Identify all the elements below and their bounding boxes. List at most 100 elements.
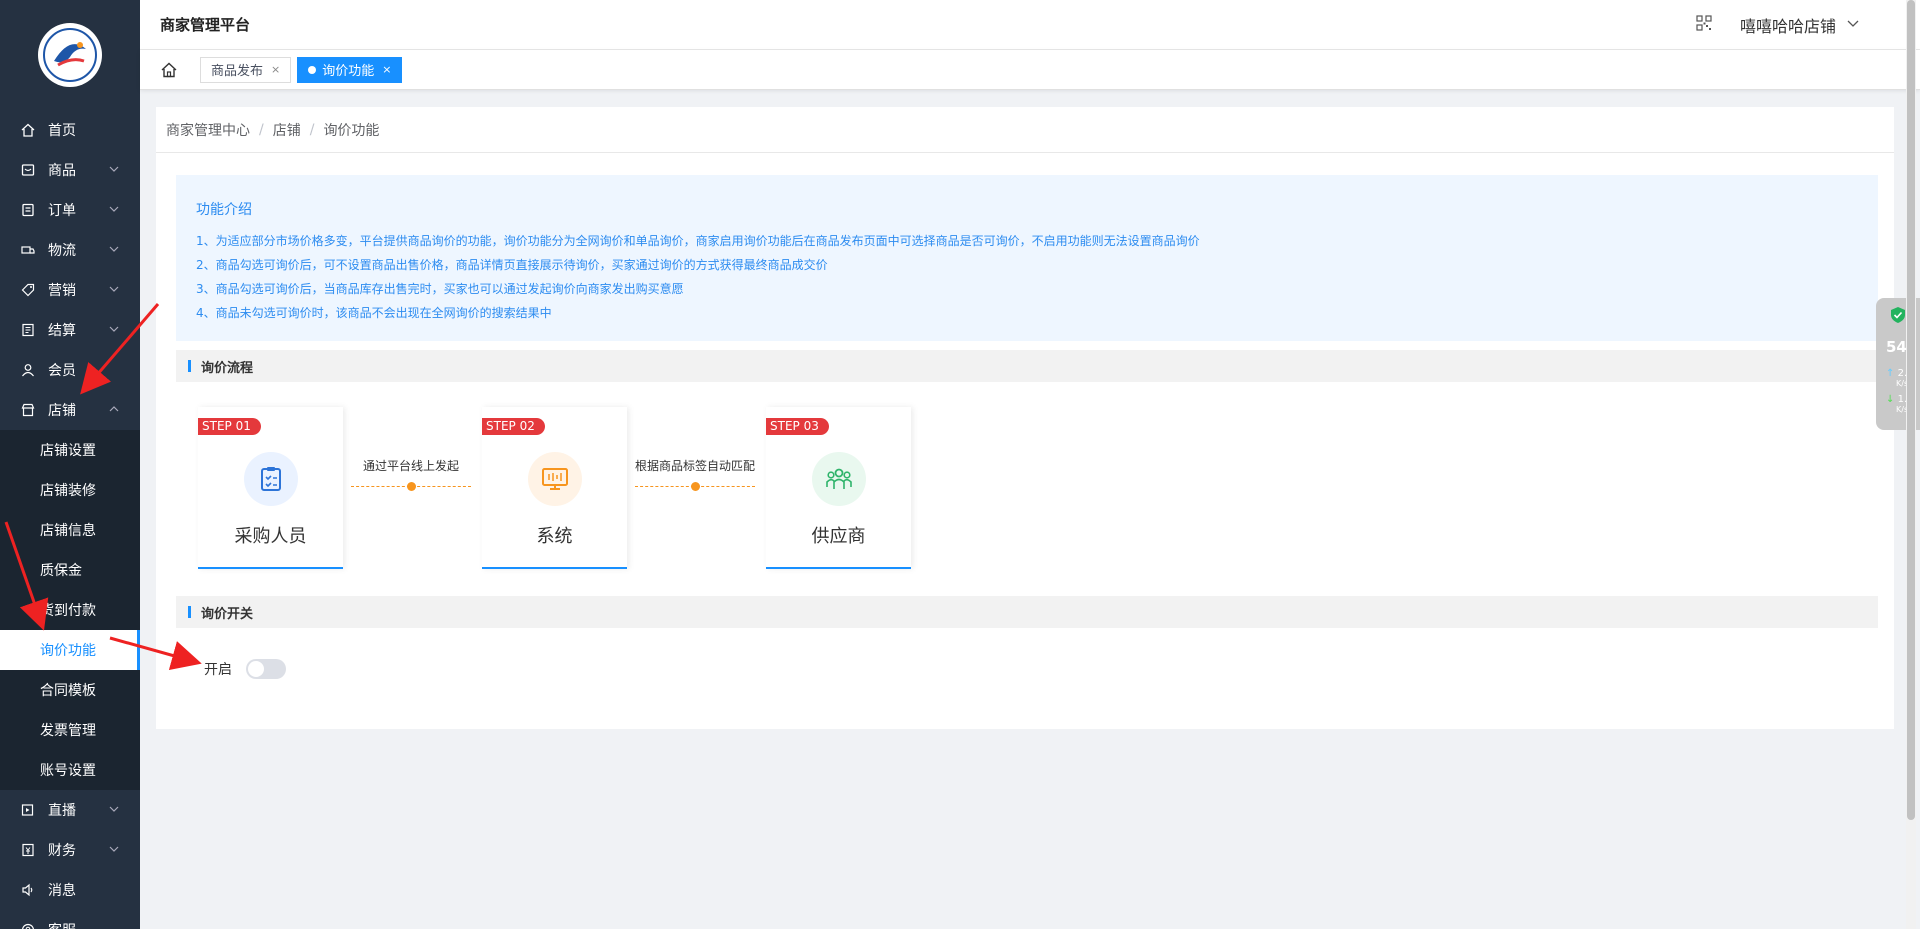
sidebar-subitem-shop-info[interactable]: 店铺信息 bbox=[0, 510, 140, 550]
sidebar-item-label: 物流 bbox=[48, 243, 76, 259]
step-tag: STEP 03 bbox=[766, 418, 829, 435]
connector-label: 根据商品标签自动匹配 bbox=[635, 459, 756, 473]
shop-submenu: 店铺设置 店铺装修 店铺信息 质保金 货到付款 询价功能 合同模板 发票管理 账… bbox=[0, 430, 140, 790]
shop-icon bbox=[20, 402, 36, 418]
breadcrumb-item-current: 询价功能 bbox=[323, 122, 380, 139]
sidebar-item-logistics[interactable]: 物流 bbox=[0, 230, 140, 270]
connector-label: 通过平台线上发起 bbox=[362, 459, 459, 473]
sidebar-subitem-account[interactable]: 账号设置 bbox=[0, 750, 140, 790]
sidebar-item-label: 财务 bbox=[48, 843, 76, 859]
sidebar-subitem-invoice[interactable]: 发票管理 bbox=[0, 710, 140, 750]
chevron-down-icon bbox=[108, 283, 120, 299]
main-panel: 商家管理中心 / 店铺 / 询价功能 功能介绍 1、为适应部分市场价格多变，平台… bbox=[156, 107, 1894, 729]
intro-line: 2、商品勾选可询价后，可不设置商品出售价格，商品详情页直接展示待询价，买家通过询… bbox=[196, 258, 828, 272]
chevron-down-icon bbox=[108, 243, 120, 259]
sidebar-item-goods[interactable]: 商品 bbox=[0, 150, 140, 190]
step-connector: 通过平台线上发起 bbox=[351, 457, 471, 491]
tab-inquiry[interactable]: 询价功能 × bbox=[297, 56, 403, 83]
close-icon[interactable]: × bbox=[271, 63, 280, 76]
step-connector: 根据商品标签自动匹配 bbox=[635, 457, 756, 491]
sidebar-item-shop[interactable]: 店铺 bbox=[0, 390, 140, 430]
intro-title: 功能介绍 bbox=[196, 202, 252, 218]
sidebar-item-settle[interactable]: 结算 bbox=[0, 310, 140, 350]
topbar-right: 嘻嘻哈哈店铺 bbox=[1696, 13, 1920, 37]
sidebar-item-home[interactable]: 首页 bbox=[0, 110, 140, 150]
user-icon bbox=[20, 362, 36, 378]
sidebar-item-order[interactable]: 订单 bbox=[0, 190, 140, 230]
sidebar-item-marketing[interactable]: 营销 bbox=[0, 270, 140, 310]
breadcrumb-separator: / bbox=[259, 121, 264, 138]
clipboard-icon bbox=[244, 452, 298, 506]
arrow-up-icon: ↑ bbox=[1886, 368, 1895, 379]
qrcode-icon[interactable] bbox=[1696, 14, 1712, 35]
step-tag: STEP 01 bbox=[198, 418, 261, 435]
logo-area bbox=[0, 0, 140, 110]
chevron-down-icon bbox=[108, 803, 120, 819]
topbar: 商家管理平台 嘻嘻哈哈店铺 bbox=[140, 0, 1920, 50]
sidebar-subitem-inquiry[interactable]: 询价功能 bbox=[0, 630, 140, 670]
percent-value: 54 bbox=[1886, 338, 1907, 356]
order-icon bbox=[20, 202, 36, 218]
connector-dot bbox=[407, 482, 416, 491]
shop-dropdown[interactable]: 嘻嘻哈哈店铺 bbox=[1740, 13, 1860, 37]
sidebar: 首页 商品 订单 物流 营销 结算 会员 店铺 店铺设置 店铺装修 店铺信息 质… bbox=[0, 0, 140, 929]
intro-line: 3、商品勾选可询价后，当商品库存出售完时，买家也可以通过发起询价向商家发出购买意… bbox=[196, 282, 684, 296]
chevron-down-icon bbox=[108, 843, 120, 859]
close-icon[interactable]: × bbox=[382, 63, 391, 76]
shield-check-icon bbox=[1890, 306, 1906, 328]
breadcrumb-item[interactable]: 商家管理中心 bbox=[166, 120, 250, 140]
home-tab-icon[interactable] bbox=[160, 61, 178, 79]
step-card-system: STEP 02 系统 bbox=[482, 407, 627, 569]
goods-icon bbox=[20, 162, 36, 178]
sidebar-item-member[interactable]: 会员 bbox=[0, 350, 140, 390]
section-title-switch: 询价开关 bbox=[176, 596, 1878, 628]
tab-goods-publish[interactable]: 商品发布 × bbox=[200, 56, 292, 83]
active-dot-icon bbox=[308, 65, 317, 74]
scrollbar-thumb[interactable] bbox=[1907, 0, 1915, 820]
sidebar-subitem-cod[interactable]: 货到付款 bbox=[0, 590, 140, 630]
sidebar-item-label: 结算 bbox=[48, 323, 76, 339]
sidebar-item-message[interactable]: 消息 bbox=[0, 870, 140, 910]
sidebar-subitem-deposit[interactable]: 质保金 bbox=[0, 550, 140, 590]
sidebar-item-finance[interactable]: 财务 bbox=[0, 830, 140, 870]
chevron-down-icon bbox=[108, 323, 120, 339]
breadcrumb-item[interactable]: 店铺 bbox=[273, 120, 301, 140]
sidebar-item-label: 营销 bbox=[48, 283, 76, 299]
tab-label: 商品发布 bbox=[211, 64, 264, 79]
step-tag: STEP 02 bbox=[482, 418, 545, 435]
switch-label: 开启 bbox=[204, 662, 232, 678]
sidebar-item-label: 消息 bbox=[48, 883, 76, 899]
sidebar-item-live[interactable]: 直播 bbox=[0, 790, 140, 830]
service-icon bbox=[20, 922, 36, 929]
settle-icon bbox=[20, 322, 36, 338]
chevron-down-icon bbox=[108, 163, 120, 179]
step-label: 采购人员 bbox=[234, 526, 307, 547]
home-icon bbox=[20, 122, 36, 138]
sidebar-item-label: 店铺 bbox=[48, 403, 76, 419]
connector-dot bbox=[691, 482, 700, 491]
step-label: 系统 bbox=[536, 526, 573, 547]
app-title: 商家管理平台 bbox=[160, 16, 251, 34]
sidebar-item-label: 订单 bbox=[48, 203, 76, 219]
toggle-knob bbox=[248, 661, 264, 677]
tabs-bar: 商品发布 × 询价功能 × bbox=[140, 50, 1920, 90]
speaker-icon bbox=[20, 882, 36, 898]
sidebar-item-label: 商品 bbox=[48, 163, 76, 179]
tab-label: 询价功能 bbox=[322, 64, 375, 79]
sidebar-item-service[interactable]: 客服 bbox=[0, 910, 140, 929]
connector-line bbox=[635, 482, 755, 491]
sidebar-item-label: 客服 bbox=[48, 920, 76, 929]
intro-line: 1、为适应部分市场价格多变，平台提供商品询价的功能，询价功能分为全网询价和单品询… bbox=[196, 234, 1200, 248]
connector-line bbox=[351, 482, 471, 491]
sidebar-subitem-shop-decoration[interactable]: 店铺装修 bbox=[0, 470, 140, 510]
breadcrumb: 商家管理中心 / 店铺 / 询价功能 bbox=[156, 107, 1894, 153]
sidebar-subitem-contract[interactable]: 合同模板 bbox=[0, 670, 140, 710]
logo-emblem-icon bbox=[43, 28, 97, 82]
arrow-down-icon: ↓ bbox=[1886, 394, 1895, 405]
step-card-buyer: STEP 01 采购人员 bbox=[198, 407, 343, 569]
page-scrollbar[interactable] bbox=[1906, 0, 1916, 929]
inquiry-toggle[interactable] bbox=[246, 659, 286, 679]
sidebar-subitem-shop-settings[interactable]: 店铺设置 bbox=[0, 430, 140, 470]
sidebar-item-label: 首页 bbox=[48, 123, 76, 139]
sidebar-item-label: 会员 bbox=[48, 363, 76, 379]
